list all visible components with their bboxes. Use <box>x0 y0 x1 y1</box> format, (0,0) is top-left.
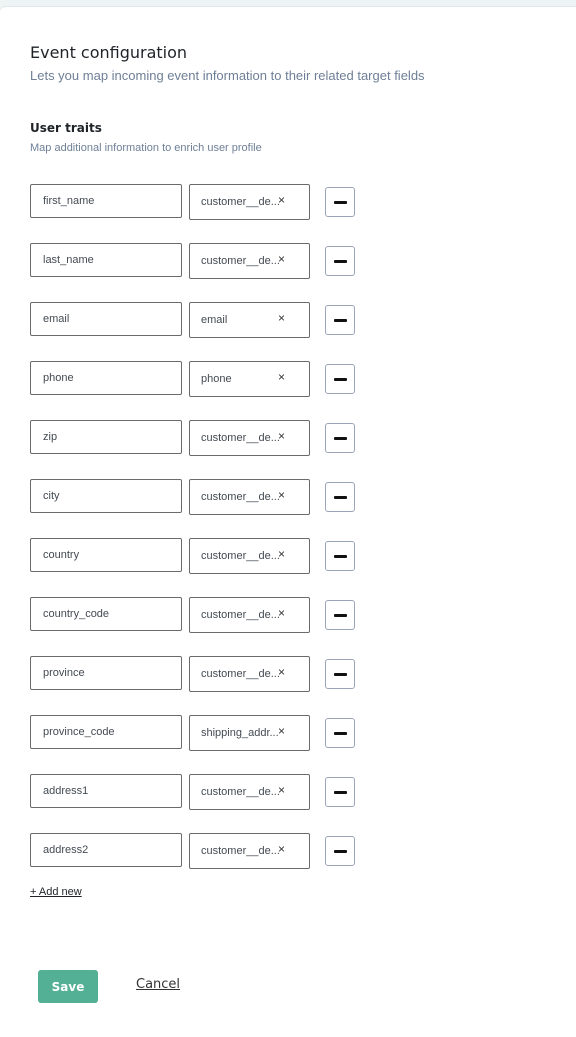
target-field-value: customer__de... <box>201 432 280 444</box>
target-field-value: shipping_addr... <box>201 727 279 739</box>
target-field-select[interactable]: customer__de... × <box>189 833 310 869</box>
remove-row-button[interactable] <box>325 482 355 512</box>
target-field-value: customer__de... <box>201 609 280 621</box>
save-button[interactable]: Save <box>38 970 98 1003</box>
minus-icon <box>333 318 347 322</box>
target-field-value: customer__de... <box>201 491 280 503</box>
target-field-value: customer__de... <box>201 255 280 267</box>
target-field-select[interactable]: phone × <box>189 361 310 397</box>
target-field-select[interactable]: shipping_addr... × <box>189 715 310 751</box>
minus-icon <box>333 731 347 735</box>
source-field-input[interactable]: province_code <box>30 715 182 749</box>
add-new-link[interactable]: + Add new <box>30 886 82 898</box>
source-field-input[interactable]: country <box>30 538 182 572</box>
event-configuration-panel: Event configuration Lets you map incomin… <box>0 6 576 1037</box>
remove-row-button[interactable] <box>325 777 355 807</box>
clear-icon[interactable]: × <box>278 430 285 442</box>
remove-row-button[interactable] <box>325 541 355 571</box>
target-field-value: customer__de... <box>201 196 280 208</box>
remove-row-button[interactable] <box>325 364 355 394</box>
target-field-value: customer__de... <box>201 786 280 798</box>
target-field-select[interactable]: customer__de... × <box>189 597 310 633</box>
target-field-value: customer__de... <box>201 550 280 562</box>
remove-row-button[interactable] <box>325 659 355 689</box>
source-field-input[interactable]: country_code <box>30 597 182 631</box>
target-field-select[interactable]: customer__de... × <box>189 420 310 456</box>
clear-icon[interactable]: × <box>278 253 285 265</box>
remove-row-button[interactable] <box>325 600 355 630</box>
remove-row-button[interactable] <box>325 423 355 453</box>
clear-icon[interactable]: × <box>278 725 285 737</box>
source-field-value: first_name <box>43 195 95 207</box>
target-field-value: email <box>201 314 228 326</box>
clear-icon[interactable]: × <box>278 312 285 324</box>
source-field-value: city <box>43 490 60 502</box>
clear-icon[interactable]: × <box>278 607 285 619</box>
remove-row-button[interactable] <box>325 836 355 866</box>
section-title: User traits <box>30 121 102 135</box>
target-field-select[interactable]: customer__de... × <box>189 479 310 515</box>
minus-icon <box>333 495 347 499</box>
source-field-value: province <box>43 667 85 679</box>
minus-icon <box>333 259 347 263</box>
source-field-value: phone <box>43 372 74 384</box>
minus-icon <box>333 200 347 204</box>
remove-row-button[interactable] <box>325 305 355 335</box>
source-field-value: country_code <box>43 608 110 620</box>
target-field-value: phone <box>201 373 232 385</box>
clear-icon[interactable]: × <box>278 843 285 855</box>
source-field-input[interactable]: address1 <box>30 774 182 808</box>
source-field-value: zip <box>43 431 58 443</box>
remove-row-button[interactable] <box>325 718 355 748</box>
source-field-value: address1 <box>43 785 89 797</box>
clear-icon[interactable]: × <box>278 371 285 383</box>
target-field-select[interactable]: customer__de... × <box>189 184 310 220</box>
target-field-select[interactable]: customer__de... × <box>189 243 310 279</box>
source-field-value: country <box>43 549 80 561</box>
target-field-select[interactable]: customer__de... × <box>189 656 310 692</box>
source-field-value: last_name <box>43 254 94 266</box>
minus-icon <box>333 672 347 676</box>
source-field-value: province_code <box>43 726 115 738</box>
minus-icon <box>333 849 347 853</box>
source-field-value: email <box>43 313 70 325</box>
target-field-select[interactable]: email × <box>189 302 310 338</box>
clear-icon[interactable]: × <box>278 489 285 501</box>
clear-icon[interactable]: × <box>278 548 285 560</box>
clear-icon[interactable]: × <box>278 666 285 678</box>
section-subtitle: Map additional information to enrich use… <box>30 142 262 154</box>
remove-row-button[interactable] <box>325 187 355 217</box>
clear-icon[interactable]: × <box>278 784 285 796</box>
remove-row-button[interactable] <box>325 246 355 276</box>
target-field-value: customer__de... <box>201 668 280 680</box>
page-title: Event configuration <box>30 43 188 62</box>
source-field-input[interactable]: city <box>30 479 182 513</box>
source-field-input[interactable]: address2 <box>30 833 182 867</box>
minus-icon <box>333 377 347 381</box>
source-field-input[interactable]: province <box>30 656 182 690</box>
cancel-link[interactable]: Cancel <box>136 977 180 992</box>
source-field-input[interactable]: first_name <box>30 184 182 218</box>
source-field-input[interactable]: zip <box>30 420 182 454</box>
source-field-input[interactable]: email <box>30 302 182 336</box>
minus-icon <box>333 554 347 558</box>
source-field-input[interactable]: phone <box>30 361 182 395</box>
source-field-input[interactable]: last_name <box>30 243 182 277</box>
minus-icon <box>333 436 347 440</box>
minus-icon <box>333 790 347 794</box>
target-field-value: customer__de... <box>201 845 280 857</box>
page-subtitle: Lets you map incoming event information … <box>30 68 425 83</box>
source-field-value: address2 <box>43 844 89 856</box>
target-field-select[interactable]: customer__de... × <box>189 538 310 574</box>
minus-icon <box>333 613 347 617</box>
clear-icon[interactable]: × <box>278 194 285 206</box>
target-field-select[interactable]: customer__de... × <box>189 774 310 810</box>
